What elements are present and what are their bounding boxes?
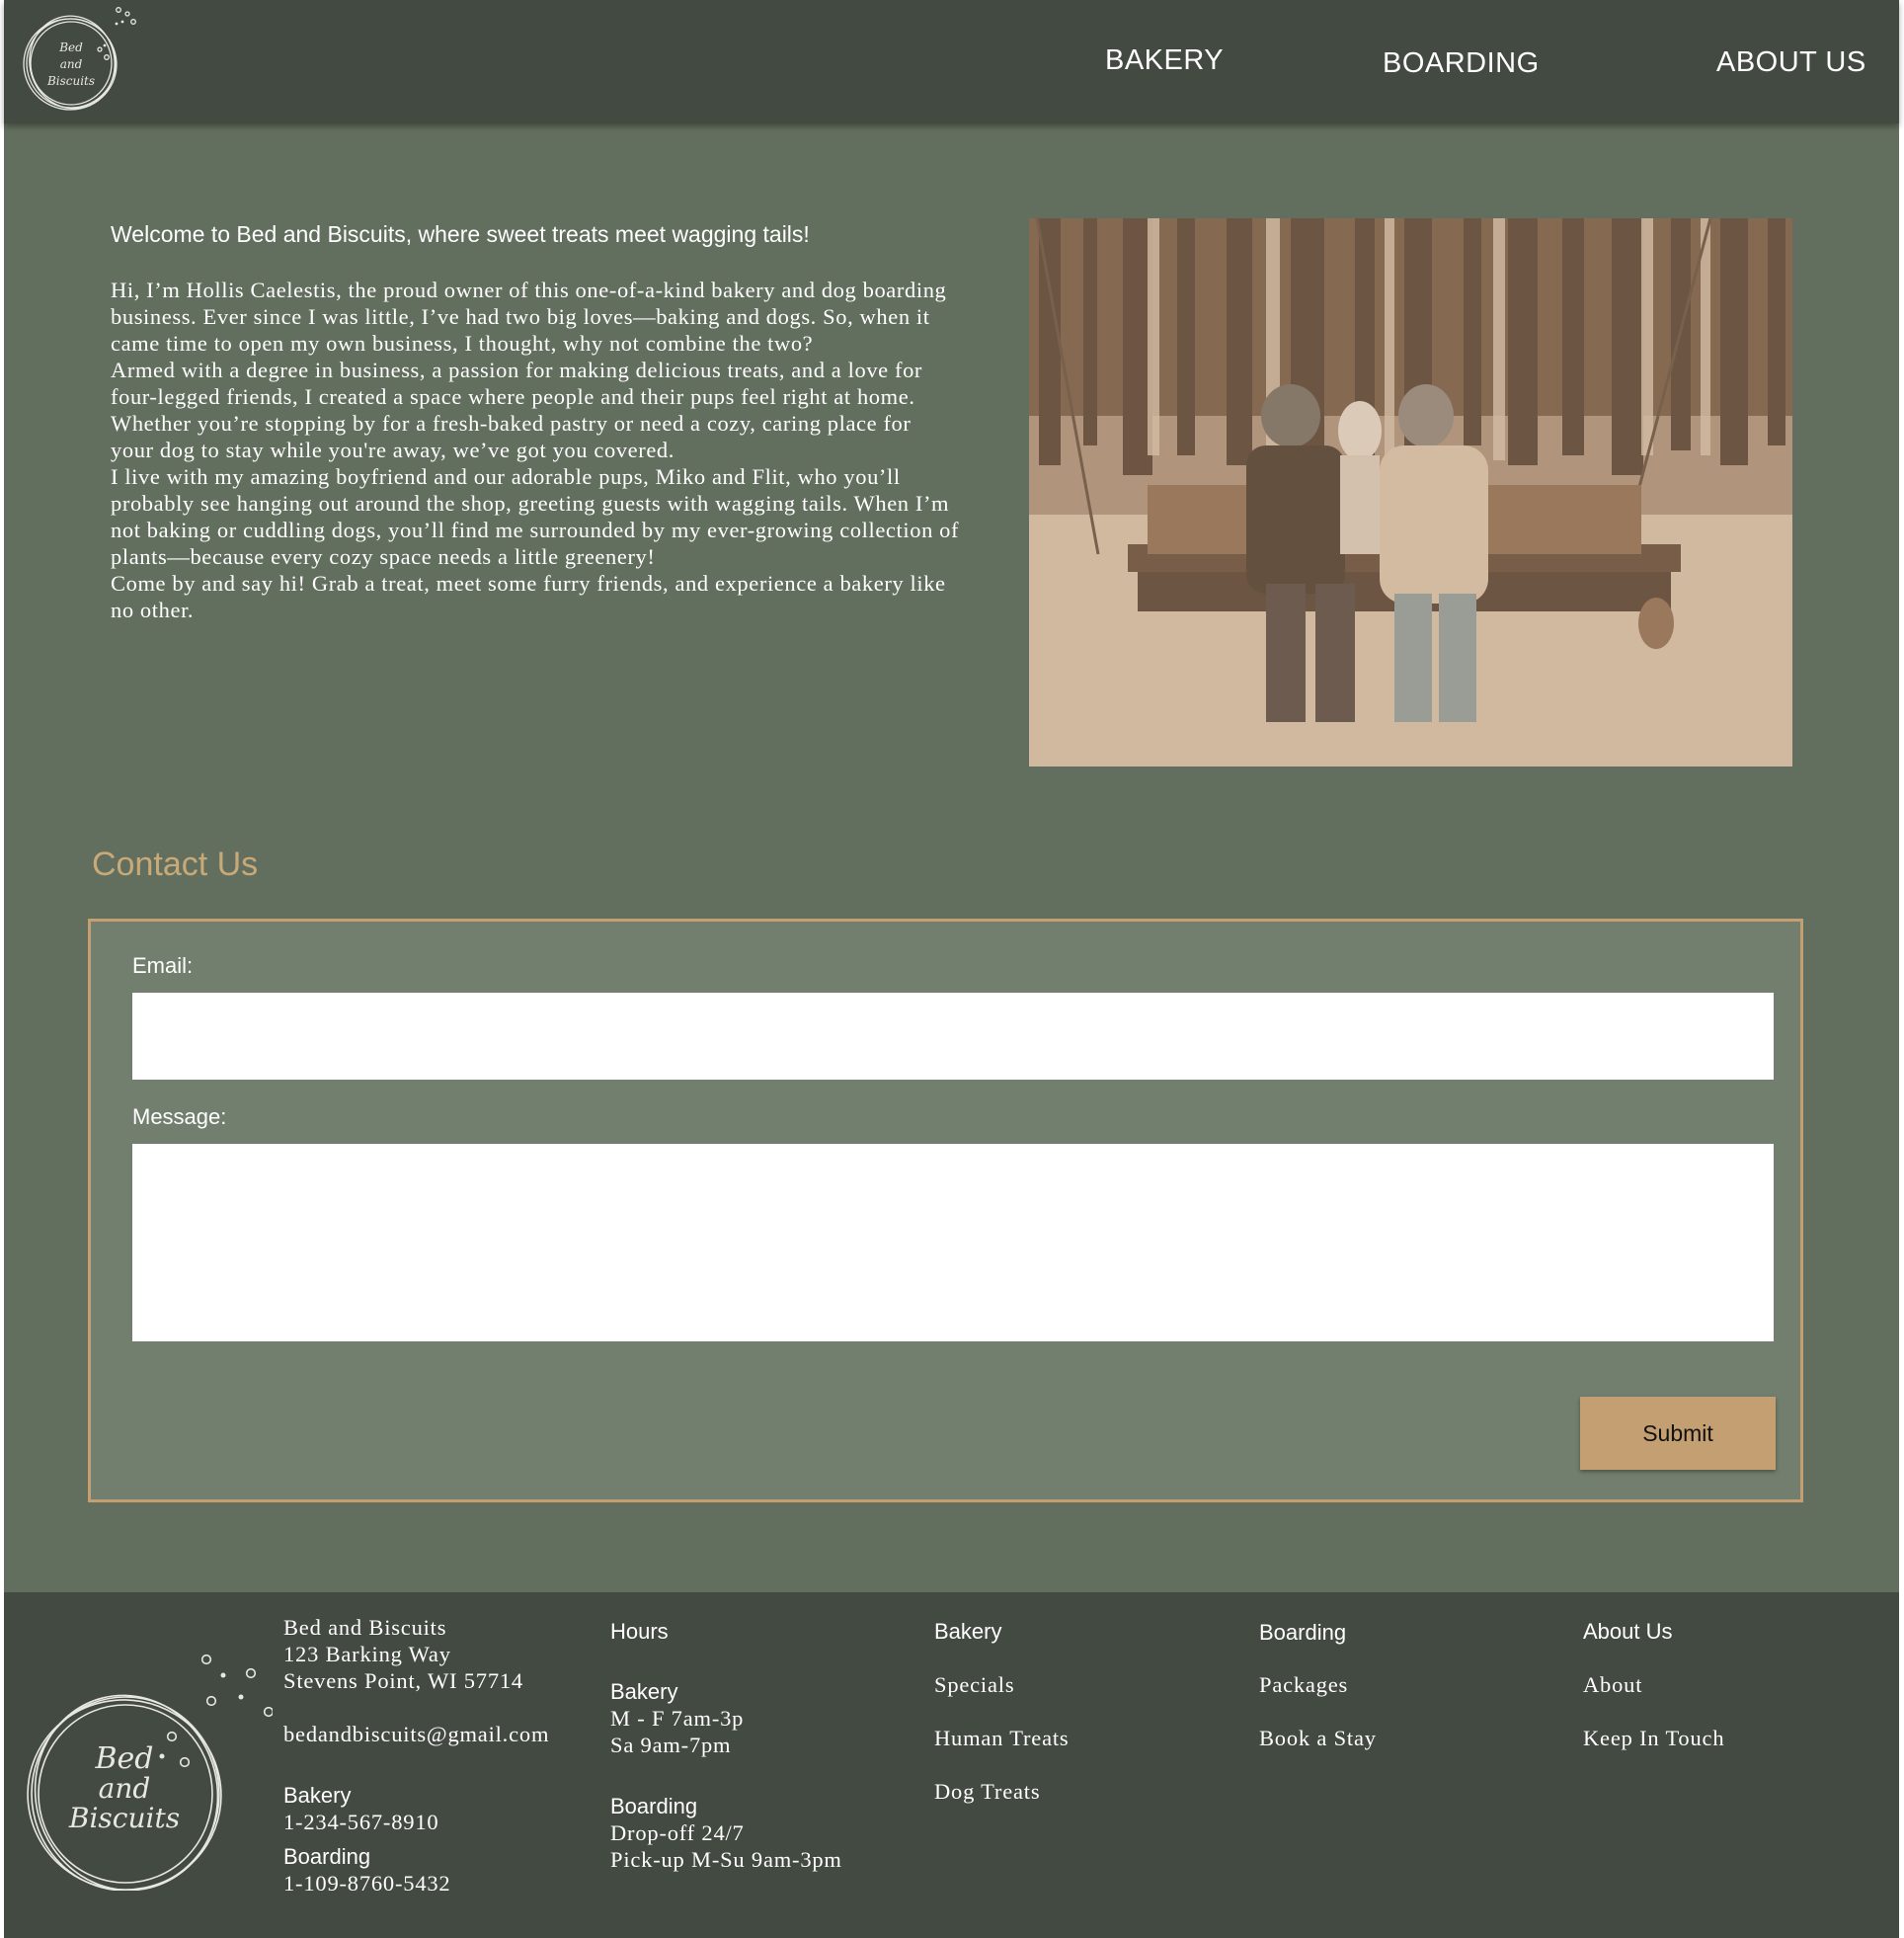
footer-link-dog-treats[interactable]: Dog Treats	[934, 1778, 1040, 1805]
nav-bakery[interactable]: BAKERY	[1105, 44, 1224, 77]
footer-logo-text-biscuits: Biscuits	[68, 1802, 180, 1834]
footer-bakery-title[interactable]: Bakery	[934, 1618, 1001, 1645]
submit-button[interactable]: Submit	[1580, 1397, 1776, 1470]
site-footer: Bed and Biscuits Bed and Biscuits 123 Ba…	[4, 1592, 1899, 1938]
footer-boarding-phone: 1-109-8760-5432	[283, 1871, 451, 1896]
email-field[interactable]	[132, 993, 1774, 1080]
footer-hours-boarding-dropoff: Drop-off 24/7	[610, 1820, 745, 1845]
email-label: Email:	[132, 953, 194, 978]
footer-street: 123 Barking Way	[283, 1642, 451, 1666]
message-field[interactable]	[132, 1144, 1774, 1341]
contact-form: Email: Message: Submit	[88, 919, 1803, 1502]
footer-link-book-a-stay[interactable]: Book a Stay	[1259, 1725, 1377, 1751]
footer-hours-title: Hours	[610, 1619, 669, 1644]
bed-and-biscuits-logo[interactable]: Bed and Biscuits	[18, 2, 146, 113]
footer-bakery-phone: 1-234-567-8910	[283, 1810, 439, 1834]
footer-boarding-phone-label: Boarding	[283, 1844, 371, 1869]
footer-city: Stevens Point, WI 57714	[283, 1668, 523, 1693]
site-header: Bed and Biscuits BAKERY BOARDING ABOUT U…	[4, 0, 1899, 123]
footer-hours-bakery-saturday: Sa 9am-7pm	[610, 1733, 732, 1757]
footer-link-packages[interactable]: Packages	[1259, 1671, 1348, 1698]
footer-boarding-title[interactable]: Boarding	[1259, 1619, 1346, 1646]
logo-text-and: and	[60, 57, 83, 71]
owner-family-photo	[1029, 218, 1792, 767]
owner-intro-text: Hi, I’m Hollis Caelestis, the proud owne…	[111, 277, 960, 623]
intro-paragraph: Come by and say hi! Grab a treat, meet s…	[111, 571, 946, 622]
footer-logo-text-bed: Bed	[94, 1741, 153, 1776]
footer-link-keep-in-touch[interactable]: Keep In Touch	[1583, 1725, 1724, 1751]
footer-business-name: Bed and Biscuits	[283, 1615, 447, 1640]
footer-hours-boarding-pickup: Pick-up M-Su 9am-3pm	[610, 1847, 842, 1872]
footer-hours-bakery-label: Bakery	[610, 1679, 678, 1704]
intro-paragraph: I live with my amazing boyfriend and our…	[111, 464, 960, 569]
intro-paragraph: Hi, I’m Hollis Caelestis, the proud owne…	[111, 278, 947, 356]
logo-text-biscuits: Biscuits	[46, 74, 95, 88]
footer-hours-boarding-label: Boarding	[610, 1794, 698, 1818]
footer-hours-bakery-weekday: M - F 7am-3p	[610, 1706, 745, 1731]
footer-about-title[interactable]: About Us	[1583, 1618, 1673, 1645]
nav-boarding[interactable]: BOARDING	[1383, 47, 1540, 80]
bed-and-biscuits-footer-logo[interactable]: Bed and Biscuits	[26, 1634, 273, 1891]
footer-link-specials[interactable]: Specials	[934, 1671, 1014, 1698]
footer-link-human-treats[interactable]: Human Treats	[934, 1725, 1069, 1751]
message-label: Message:	[132, 1104, 227, 1129]
logo-text-bed: Bed	[58, 40, 83, 54]
footer-bakery-phone-label: Bakery	[283, 1783, 352, 1808]
footer-logo-text-and: and	[99, 1772, 151, 1805]
page: Bed and Biscuits BAKERY BOARDING ABOUT U…	[4, 0, 1899, 1938]
welcome-heading: Welcome to Bed and Biscuits, where sweet…	[111, 221, 810, 247]
nav-about-us[interactable]: ABOUT US	[1716, 46, 1866, 79]
footer-link-about[interactable]: About	[1583, 1671, 1642, 1698]
contact-us-title: Contact Us	[92, 846, 259, 883]
intro-paragraph: Armed with a degree in business, a passi…	[111, 358, 923, 462]
footer-email-link[interactable]: bedandbiscuits@gmail.com	[283, 1721, 549, 1747]
